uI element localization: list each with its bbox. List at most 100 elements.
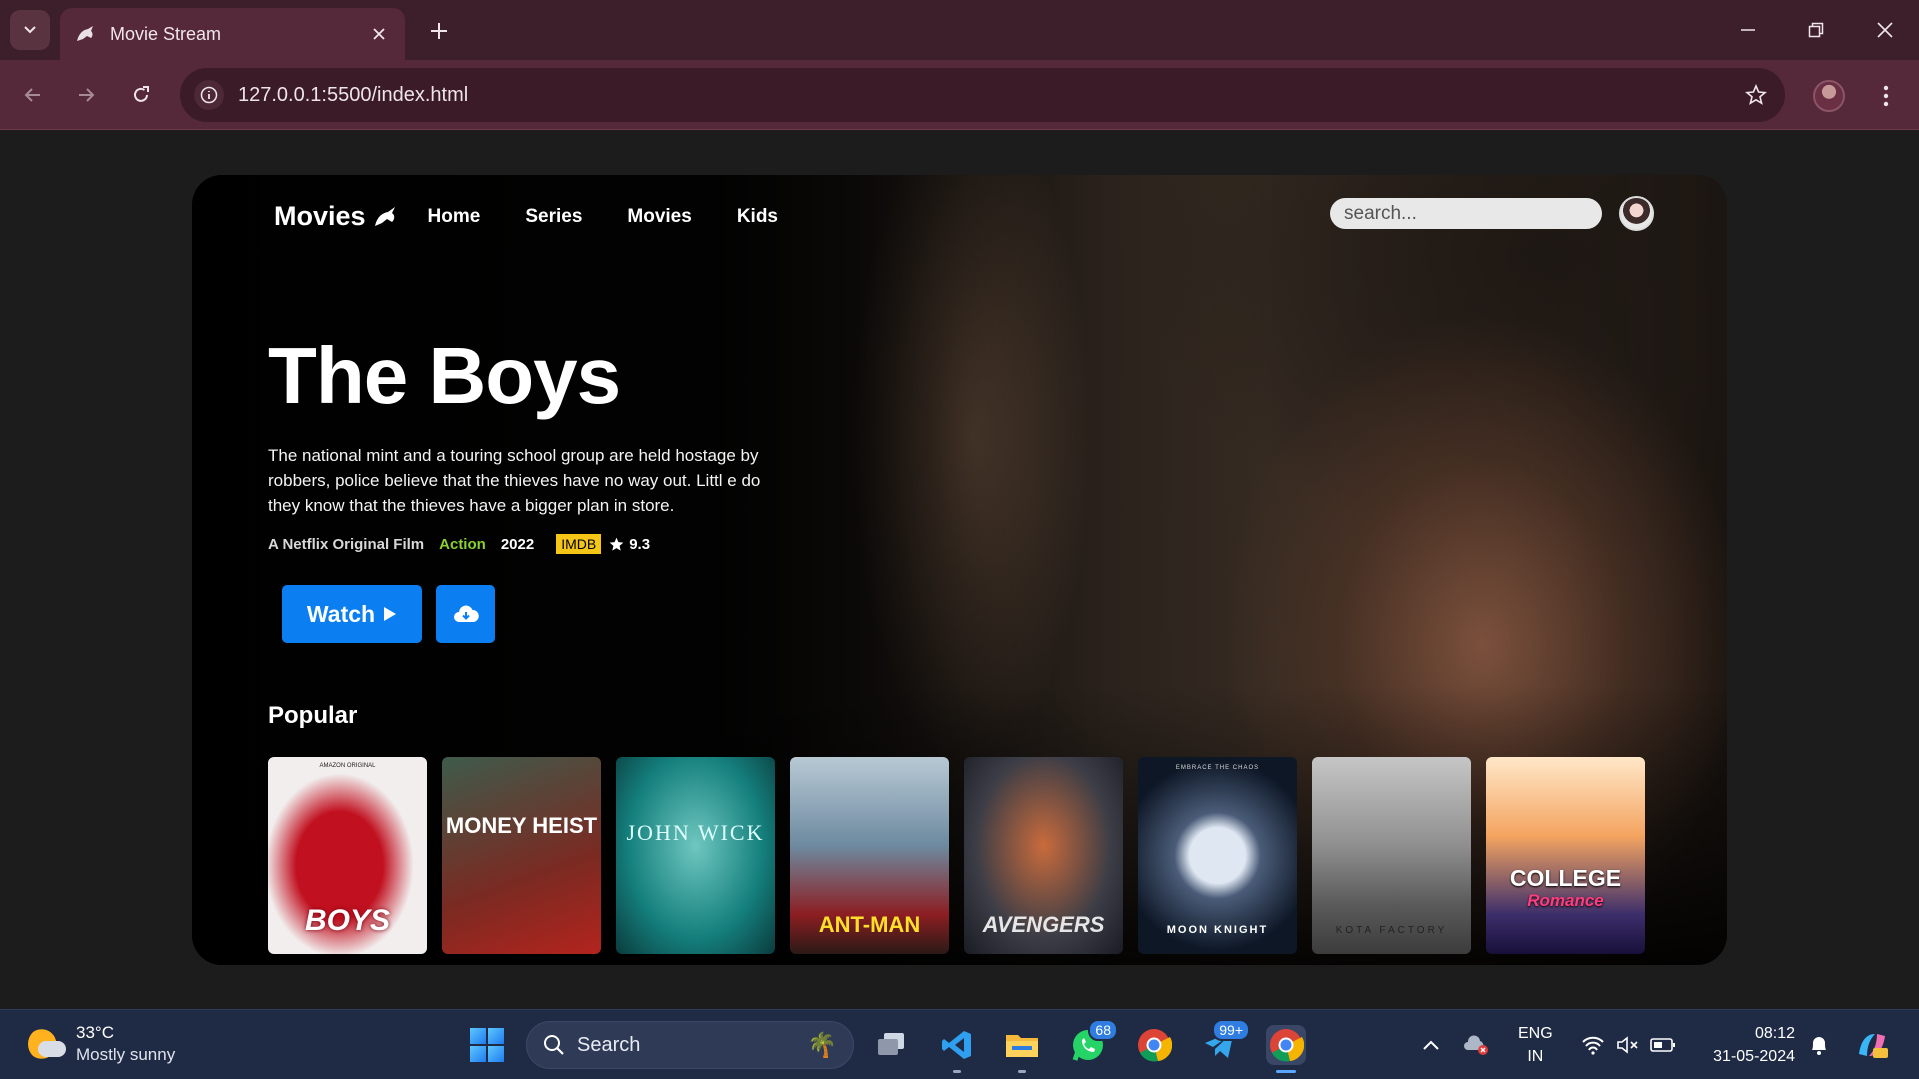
chrome-active-window-icon[interactable] [1266,1025,1306,1073]
windows-start-icon[interactable] [470,1028,504,1062]
weather-condition: Mostly sunny [76,1045,176,1064]
poster-subtitle: Romance [1527,891,1604,910]
logo-text: Movies [274,201,366,231]
system-clock[interactable]: 08:12 31-05-2024 [1700,1022,1795,1068]
hero-description: The national mint and a touring school g… [268,446,761,515]
site-logo[interactable]: Movies [274,201,398,232]
poster-title: AVENGERS [982,912,1105,937]
poster-title: BOYS [304,904,391,937]
poster-title: MOON KNIGHT [1166,924,1269,936]
poster-card[interactable]: KOTA FACTORY [1312,757,1471,954]
browser-toolbar: 127.0.0.1:5500/index.html [0,60,1919,130]
weather-sunny-icon [28,1027,66,1061]
browser-tab[interactable]: Movie Stream [60,8,405,60]
chevron-up-icon [1423,1040,1439,1050]
restore-icon [1808,22,1824,38]
url-text[interactable]: 127.0.0.1:5500/index.html [238,84,1741,107]
copilot-icon[interactable] [1852,1028,1892,1062]
chrome-icon[interactable] [1134,1025,1174,1065]
arrow-right-icon [79,88,95,102]
nav-home[interactable]: Home [428,206,481,228]
poster-card[interactable]: COLLEGE Romance [1486,757,1645,954]
volume-muted-icon[interactable] [1613,1030,1643,1060]
language-indicator[interactable]: ENG IN [1518,1022,1553,1068]
file-explorer-icon[interactable] [1002,1025,1042,1073]
nav-kids[interactable]: Kids [737,206,778,228]
vscode-icon[interactable] [937,1025,977,1073]
bookmark-star-icon[interactable] [1741,80,1771,110]
telegram-icon[interactable]: 99+ [1200,1019,1250,1065]
wifi-icon[interactable] [1578,1030,1608,1060]
close-icon [1877,22,1893,38]
tab-search-button[interactable] [10,10,50,50]
genre-label: Action [439,535,486,553]
origin-label: A Netflix Original Film [268,535,425,553]
poster-title: KOTA FACTORY [1335,925,1448,936]
minimize-icon [1741,29,1755,31]
poster-card[interactable]: JOHN WICK [616,757,775,954]
taskbar-search-label: Search [577,1033,641,1056]
unicorn-favicon-icon [77,26,93,41]
nav-series[interactable]: Series [525,206,582,228]
popular-row: AMAZON ORIGINAL BOYS MONEY HEIST JOHN WI… [268,757,1660,954]
close-tab-icon[interactable] [367,22,391,46]
page-viewport: Movies Home Series Movies Kids The Boys … [0,131,1919,1009]
site-info-icon[interactable] [194,80,224,110]
download-button[interactable] [436,585,495,643]
whatsapp-badge: 68 [1088,1019,1118,1041]
address-bar[interactable]: 127.0.0.1:5500/index.html [180,68,1785,122]
arrow-left-icon [24,88,40,102]
forward-button[interactable] [68,77,104,113]
poster-card[interactable]: AVENGERS [964,757,1123,954]
browser-menu-button[interactable] [1874,80,1898,112]
browser-profile-avatar[interactable] [1813,80,1845,112]
close-window-button[interactable] [1861,10,1909,50]
hero-title: The Boys [268,331,621,420]
reload-button[interactable] [123,77,159,113]
weather-widget[interactable]: 33°C Mostly sunny [28,1022,175,1066]
plus-icon [431,23,447,39]
poster-title: ANT-MAN [818,912,921,937]
watch-label: Watch [306,600,376,627]
new-tab-button[interactable] [422,14,456,48]
clock-date: 31-05-2024 [1713,1048,1795,1065]
year-label: 2022 [500,535,535,553]
poster-card[interactable]: EMBRACE THE CHAOS MOON KNIGHT [1138,757,1297,954]
task-view-icon[interactable] [871,1025,911,1065]
whatsapp-icon[interactable]: 68 [1068,1019,1118,1065]
weather-temperature: 33°C [76,1023,114,1042]
nav-movies[interactable]: Movies [627,206,691,228]
rating-value: 9.3 [629,535,651,553]
watch-button[interactable]: Watch [282,585,422,643]
onedrive-error-icon[interactable] [1462,1030,1492,1060]
minimize-button[interactable] [1724,10,1772,50]
search-input[interactable] [1330,198,1602,229]
search-icon [544,1035,564,1055]
telegram-badge: 99+ [1212,1019,1250,1041]
poster-card[interactable]: AMAZON ORIGINAL BOYS [268,757,427,954]
unicorn-logo-icon [374,206,395,226]
imdb-badge: IMDB [556,534,602,554]
battery-icon[interactable] [1648,1030,1678,1060]
back-button[interactable] [15,77,51,113]
tab-title: Movie Stream [110,23,222,44]
star-icon [609,537,624,551]
hero-card: Movies Home Series Movies Kids The Boys … [192,175,1727,965]
poster-card[interactable]: MONEY HEIST [442,757,601,954]
poster-title: MONEY HEIST [445,813,598,838]
browser-tab-bar: Movie Stream [0,0,1919,60]
restore-button[interactable] [1792,10,1840,50]
popular-heading: Popular [268,702,358,729]
notification-bell-icon[interactable] [1806,1030,1832,1060]
user-avatar[interactable] [1619,196,1654,231]
site-nav: Movies Home Series Movies Kids [274,201,823,232]
reload-icon [134,86,149,102]
poster-title: COLLEGE Romance [1509,865,1622,910]
palm-tree-icon: 🌴 [807,1031,837,1059]
poster-title: JOHN WICK [626,820,765,845]
poster-card[interactable]: ANT-MAN [790,757,949,954]
rating: 9.3 [609,536,650,553]
cloud-download-icon [453,605,479,622]
show-hidden-icons[interactable] [1420,1030,1442,1060]
taskbar-search[interactable]: Search 🌴 [526,1021,854,1069]
